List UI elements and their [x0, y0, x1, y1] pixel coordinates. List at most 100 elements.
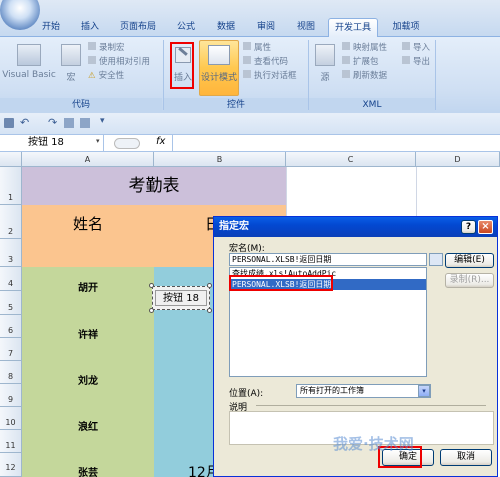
sheet-title[interactable]: 考勤表 — [22, 167, 286, 205]
row-header[interactable]: 10 — [0, 407, 22, 430]
form-button[interactable]: 按钮 18 — [155, 290, 207, 306]
location-value: 所有打开的工作簿 — [300, 386, 364, 395]
resize-handle[interactable] — [149, 308, 154, 313]
save-icon[interactable] — [4, 118, 14, 128]
tab-addins[interactable]: 加载项 — [384, 18, 428, 37]
tab-home[interactable]: 开始 — [32, 18, 70, 37]
select-all-corner[interactable] — [0, 152, 22, 167]
customize-qat-icon[interactable]: ▾ — [100, 116, 105, 126]
refresh-data-button[interactable]: 刷新数据 — [342, 70, 387, 83]
fx-icon[interactable]: fx — [156, 136, 165, 147]
name-cell[interactable]: 许祥 — [22, 326, 154, 350]
name-cell[interactable]: 张芸 — [22, 464, 154, 477]
row-header[interactable]: 11 — [0, 430, 22, 453]
name-cell[interactable]: 刘龙 — [22, 372, 154, 396]
row-header[interactable]: 9 — [0, 384, 22, 407]
column-header-a[interactable]: A — [22, 152, 154, 167]
name-box[interactable]: 按钮 18 — [0, 135, 104, 151]
print-icon[interactable] — [80, 118, 90, 128]
row-header[interactable]: 5 — [0, 291, 22, 315]
description-divider — [256, 405, 486, 406]
design-mode-icon — [208, 45, 230, 65]
source-label: 源 — [320, 73, 330, 83]
location-label: 位置(A): — [229, 389, 264, 399]
relative-ref-button[interactable]: 使用相对引用 — [88, 56, 150, 69]
tab-review[interactable]: 审阅 — [248, 18, 284, 37]
watermark-text: 我爱·技术网 — [333, 435, 414, 453]
visual-basic-label: Visual Basic — [2, 70, 56, 80]
macro-security-button[interactable]: ⚠ 安全性 — [88, 70, 124, 83]
row-header[interactable]: 8 — [0, 361, 22, 384]
header-name[interactable]: 姓名 — [22, 205, 154, 267]
resize-handle[interactable] — [207, 308, 212, 313]
expansion-pack-button[interactable]: 扩展包 — [342, 56, 379, 69]
record-button[interactable]: 录制(R)... — [445, 273, 494, 288]
formula-input[interactable] — [172, 135, 500, 151]
import-button[interactable]: 导入 — [402, 42, 430, 55]
resize-handle[interactable] — [207, 283, 212, 288]
record-icon — [88, 42, 96, 50]
tab-data[interactable]: 数据 — [208, 18, 244, 37]
insert-highlight — [170, 42, 194, 89]
row-header[interactable]: 7 — [0, 338, 22, 361]
expansion-pack-label: 扩展包 — [353, 57, 379, 67]
map-properties-button[interactable]: 映射属性 — [342, 42, 387, 55]
row-header[interactable]: 3 — [0, 239, 22, 267]
row-header[interactable]: 12 — [0, 453, 22, 477]
undo-icon[interactable]: ↶ — [20, 116, 29, 129]
name-cell[interactable]: 胡开 — [22, 279, 154, 303]
record-macro-button[interactable]: 录制宏 — [88, 42, 125, 55]
xml-source-button[interactable]: 源 — [312, 42, 338, 94]
macro-button[interactable]: 宏 — [58, 42, 84, 94]
redo-icon[interactable]: ↷ — [48, 116, 57, 129]
row-header[interactable]: 1 — [0, 167, 22, 205]
refresh-data-label: 刷新数据 — [353, 71, 388, 81]
dialog-title-bar: 指定宏 — [214, 217, 497, 237]
code-group-label: 代码 — [0, 98, 162, 112]
view-code-button[interactable]: 查看代码 — [243, 56, 288, 69]
view-code-icon — [243, 56, 251, 64]
column-header-d[interactable]: D — [416, 152, 500, 167]
formula-resize-handle[interactable] — [114, 138, 140, 149]
row-header[interactable]: 2 — [0, 205, 22, 239]
row-header[interactable]: 4 — [0, 267, 22, 291]
relative-ref-label: 使用相对引用 — [99, 57, 151, 67]
run-dialog-button[interactable]: 执行对话框 — [243, 70, 297, 83]
column-header-b[interactable]: B — [154, 152, 286, 167]
resize-handle[interactable] — [149, 283, 154, 288]
visual-basic-button[interactable]: Visual Basic — [2, 42, 56, 94]
chevron-down-icon[interactable]: ▾ — [418, 385, 430, 397]
properties-label: 属性 — [254, 43, 272, 53]
cancel-button[interactable]: 取消 — [440, 449, 492, 466]
macro-name-input[interactable]: PERSONAL.XLSB!返回日期 — [229, 253, 427, 266]
formula-bar: 按钮 18 ▾ fx — [0, 135, 500, 152]
map-icon — [342, 42, 350, 50]
edit-button[interactable]: 编辑(E) — [445, 253, 494, 268]
tab-page-layout[interactable]: 页面布局 — [112, 18, 164, 37]
print-preview-icon[interactable] — [64, 118, 74, 128]
export-button[interactable]: 导出 — [402, 56, 430, 69]
xml-group-label: XML — [309, 98, 435, 112]
row-header[interactable]: 6 — [0, 315, 22, 338]
view-code-label: 查看代码 — [254, 57, 289, 67]
tab-formulas[interactable]: 公式 — [168, 18, 204, 37]
properties-button[interactable]: 属性 — [243, 42, 271, 55]
close-icon[interactable]: × — [478, 220, 493, 234]
collapse-dialog-icon[interactable] — [429, 253, 443, 266]
quick-access-toolbar: ↶ ↷ ▾ — [0, 113, 500, 135]
tab-view[interactable]: 视图 — [288, 18, 324, 37]
tab-insert[interactable]: 插入 — [72, 18, 108, 37]
selection-highlight — [229, 275, 333, 291]
tab-developer[interactable]: 开发工具 — [328, 18, 378, 37]
security-label: 安全性 — [98, 71, 125, 81]
name-box-dropdown-icon[interactable]: ▾ — [96, 137, 100, 145]
location-select[interactable]: 所有打开的工作簿 — [296, 384, 431, 398]
properties-icon — [243, 42, 251, 50]
column-header-c[interactable]: C — [286, 152, 416, 167]
import-label: 导入 — [413, 43, 431, 53]
group-separator — [435, 40, 436, 110]
help-icon[interactable]: ? — [461, 220, 476, 234]
macro-icon — [61, 44, 81, 66]
design-mode-button[interactable]: 设计模式 — [199, 40, 239, 96]
name-cell[interactable]: 浪红 — [22, 418, 154, 442]
